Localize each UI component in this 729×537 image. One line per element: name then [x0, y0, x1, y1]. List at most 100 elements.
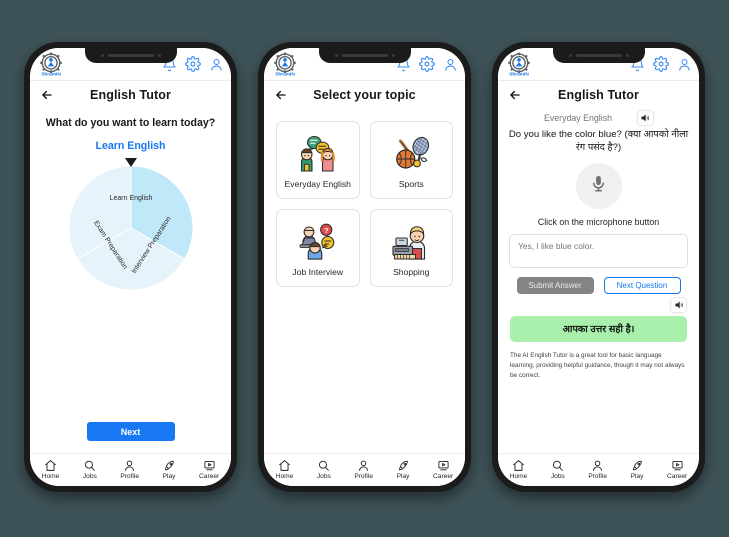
svg-text:ShramIN: ShramIN: [509, 72, 529, 78]
topic-card-shopping[interactable]: Shopping: [369, 209, 453, 287]
nav-item-profile[interactable]: Profile: [120, 459, 139, 480]
two-people-talking-icon: [294, 131, 342, 175]
answer-input[interactable]: [509, 233, 688, 268]
person-icon: [123, 459, 136, 472]
nav-item-home[interactable]: Home: [510, 459, 527, 480]
account-icon[interactable]: [677, 57, 692, 72]
nav-label-jobs: Jobs: [550, 472, 565, 480]
nav-item-play[interactable]: Play: [397, 459, 410, 480]
speaker-icon[interactable]: [637, 111, 653, 125]
nav-item-profile[interactable]: Profile: [588, 459, 607, 480]
screen-1-body: What do you want to learn today? Learn E…: [30, 109, 231, 453]
camera-dot-icon: [391, 54, 395, 57]
screen-3-body: Everyday English Do you like the color b…: [498, 109, 699, 453]
back-arrow-icon[interactable]: [40, 88, 54, 102]
person-icon: [591, 459, 604, 472]
back-arrow-icon[interactable]: [274, 88, 288, 102]
nav-item-play[interactable]: Play: [631, 459, 644, 480]
search-icon: [83, 459, 96, 472]
shramin-logo[interactable]: ShramIN: [271, 50, 299, 78]
shramin-logo[interactable]: ShramIN: [37, 50, 65, 78]
speaker-grille: [107, 54, 154, 57]
phone-1-screen: ShramIN English Tutor What do you want t…: [30, 48, 231, 486]
home-icon: [44, 459, 57, 472]
screenshot-canvas: ShramIN English Tutor What do you want t…: [0, 0, 729, 537]
next-button[interactable]: Next: [86, 422, 175, 441]
bottom-nav-2: Home Jobs Profile Play Career: [264, 453, 465, 486]
question-text: Do you like the color blue? (क्या आपको न…: [508, 129, 689, 153]
topic-subtitle-row: Everyday English: [498, 111, 699, 125]
wheel-pointer-icon: [124, 158, 137, 167]
screen-2-body: Everyday English Sports ? Job Interview …: [264, 109, 465, 453]
gear-icon[interactable]: [653, 56, 669, 72]
search-icon: [317, 459, 330, 472]
nav-label-profile: Profile: [120, 472, 140, 480]
topic-subtitle: Everyday English: [544, 113, 612, 123]
phone-notch: [318, 48, 411, 63]
submit-answer-button[interactable]: Submit Answer: [516, 276, 594, 294]
shramin-logo[interactable]: ShramIN: [505, 50, 533, 78]
nav-item-career[interactable]: Career: [199, 459, 219, 480]
speaker-icon[interactable]: [671, 297, 686, 312]
nav-item-home[interactable]: Home: [42, 459, 59, 480]
topic-label: Job Interview: [292, 267, 344, 277]
camera-dot-icon: [100, 54, 104, 57]
wheel-label-0: Learn English: [109, 195, 152, 202]
bottom-nav-1: Home Jobs Profile Play Career: [30, 453, 231, 486]
speaker-grille: [341, 54, 388, 57]
phone-3-screen: ShramIN English Tutor Everyday English D…: [498, 48, 699, 486]
nav-item-jobs[interactable]: Jobs: [317, 459, 331, 480]
mic-button-row: [498, 162, 699, 209]
camera-dot-icon: [568, 54, 572, 57]
nav-item-play[interactable]: Play: [163, 459, 176, 480]
nav-item-jobs[interactable]: Jobs: [83, 459, 97, 480]
microphone-button[interactable]: [575, 162, 622, 209]
home-icon: [512, 459, 525, 472]
topic-card-sports[interactable]: Sports: [369, 121, 453, 199]
nav-item-career[interactable]: Career: [433, 459, 453, 480]
topic-label: Shopping: [393, 267, 430, 277]
title-row-3: English Tutor: [498, 81, 699, 109]
spin-wheel-container[interactable]: Learn English Interview Preparation Exam…: [30, 158, 231, 290]
nav-item-profile[interactable]: Profile: [354, 459, 373, 480]
topic-card-everyday-english[interactable]: Everyday English: [276, 121, 360, 199]
svg-text:?: ?: [324, 226, 329, 235]
nav-label-career: Career: [199, 472, 220, 480]
nav-label-profile: Profile: [354, 472, 374, 480]
rocket-icon: [397, 459, 410, 472]
video-screen-icon: [671, 459, 684, 472]
gear-icon[interactable]: [419, 56, 435, 72]
video-screen-icon: [437, 459, 450, 472]
nav-item-home[interactable]: Home: [276, 459, 293, 480]
feedback-banner: आपका उत्तर सही है।: [510, 315, 687, 342]
microphone-icon: [589, 174, 608, 198]
action-button-row: Submit Answer Next Question: [498, 276, 699, 294]
back-arrow-icon[interactable]: [508, 88, 522, 102]
phone-mockup-3: ShramIN English Tutor Everyday English D…: [492, 42, 705, 492]
disclaimer-text: The AI English Tutor is a great tool for…: [510, 351, 685, 379]
camera-dot-icon: [625, 54, 629, 57]
home-icon: [278, 459, 291, 472]
nav-item-career[interactable]: Career: [667, 459, 687, 480]
account-icon[interactable]: [209, 57, 224, 72]
page-title: Select your topic: [313, 88, 416, 102]
nav-item-jobs[interactable]: Jobs: [551, 459, 565, 480]
account-icon[interactable]: [443, 57, 458, 72]
camera-dot-icon: [157, 54, 161, 57]
page-title: English Tutor: [90, 88, 171, 102]
topic-grid: Everyday English Sports ? Job Interview …: [264, 109, 465, 287]
learn-english-link[interactable]: Learn English: [30, 140, 231, 152]
title-row-2: Select your topic: [264, 81, 465, 109]
gear-icon[interactable]: [185, 56, 201, 72]
phone-notch: [552, 48, 645, 63]
next-question-button[interactable]: Next Question: [603, 276, 681, 294]
page-title: English Tutor: [558, 88, 639, 102]
topic-card-job-interview[interactable]: ? Job Interview: [276, 209, 360, 287]
learning-wheel[interactable]: Learn English Interview Preparation Exam…: [68, 166, 193, 290]
nav-label-career: Career: [667, 472, 688, 480]
mic-hint-text: Click on the microphone button: [537, 216, 660, 227]
nav-label-play: Play: [630, 472, 644, 480]
svg-text:ShramIN: ShramIN: [41, 72, 61, 78]
camera-dot-icon: [334, 54, 338, 57]
nav-label-profile: Profile: [588, 472, 608, 480]
